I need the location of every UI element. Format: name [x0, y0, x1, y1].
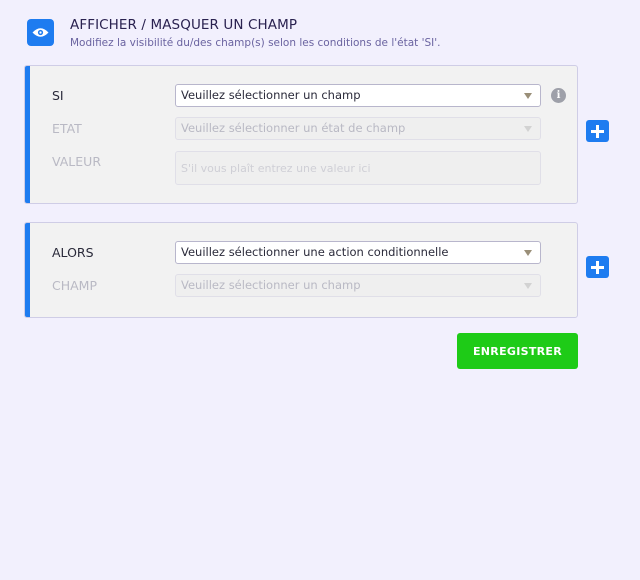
- si-field-select-value: Veuillez sélectionner un champ: [181, 88, 361, 102]
- etat-select[interactable]: Veuillez sélectionner un état de champ: [175, 117, 541, 140]
- action-card: ALORS Veuillez sélectionner une action c…: [24, 222, 578, 318]
- champ-select[interactable]: Veuillez sélectionner un champ: [175, 274, 541, 297]
- page-subtitle: Modifiez la visibilité du/des champ(s) s…: [70, 37, 441, 49]
- si-field-select[interactable]: Veuillez sélectionner un champ: [175, 84, 541, 107]
- valeur-input[interactable]: S'il vous plaît entrez une valeur ici: [175, 151, 541, 185]
- valeur-input-placeholder: S'il vous plaît entrez une valeur ici: [181, 162, 371, 175]
- chevron-down-icon: [524, 126, 532, 132]
- page-title: AFFICHER / MASQUER UN CHAMP: [70, 17, 298, 33]
- champ-label: CHAMP: [52, 278, 98, 293]
- info-icon[interactable]: i: [551, 88, 566, 103]
- plus-icon: [591, 260, 604, 274]
- action-select-value: Veuillez sélectionner une action conditi…: [181, 245, 449, 259]
- chevron-down-icon: [524, 93, 532, 99]
- add-condition-button[interactable]: [586, 120, 609, 142]
- etat-label: ETAT: [52, 121, 82, 136]
- si-label: SI: [52, 88, 64, 103]
- add-action-button[interactable]: [586, 256, 609, 278]
- chevron-down-icon: [524, 250, 532, 256]
- valeur-label: VALEUR: [52, 154, 101, 169]
- action-select[interactable]: Veuillez sélectionner une action conditi…: [175, 241, 541, 264]
- eye-icon: [27, 19, 54, 46]
- save-button[interactable]: ENREGISTRER: [457, 333, 578, 369]
- chevron-down-icon: [524, 283, 532, 289]
- champ-select-value: Veuillez sélectionner un champ: [181, 278, 361, 292]
- condition-card: SI Veuillez sélectionner un champ i ETAT…: [24, 65, 578, 204]
- plus-icon: [591, 124, 604, 138]
- alors-label: ALORS: [52, 245, 94, 260]
- etat-select-value: Veuillez sélectionner un état de champ: [181, 121, 406, 135]
